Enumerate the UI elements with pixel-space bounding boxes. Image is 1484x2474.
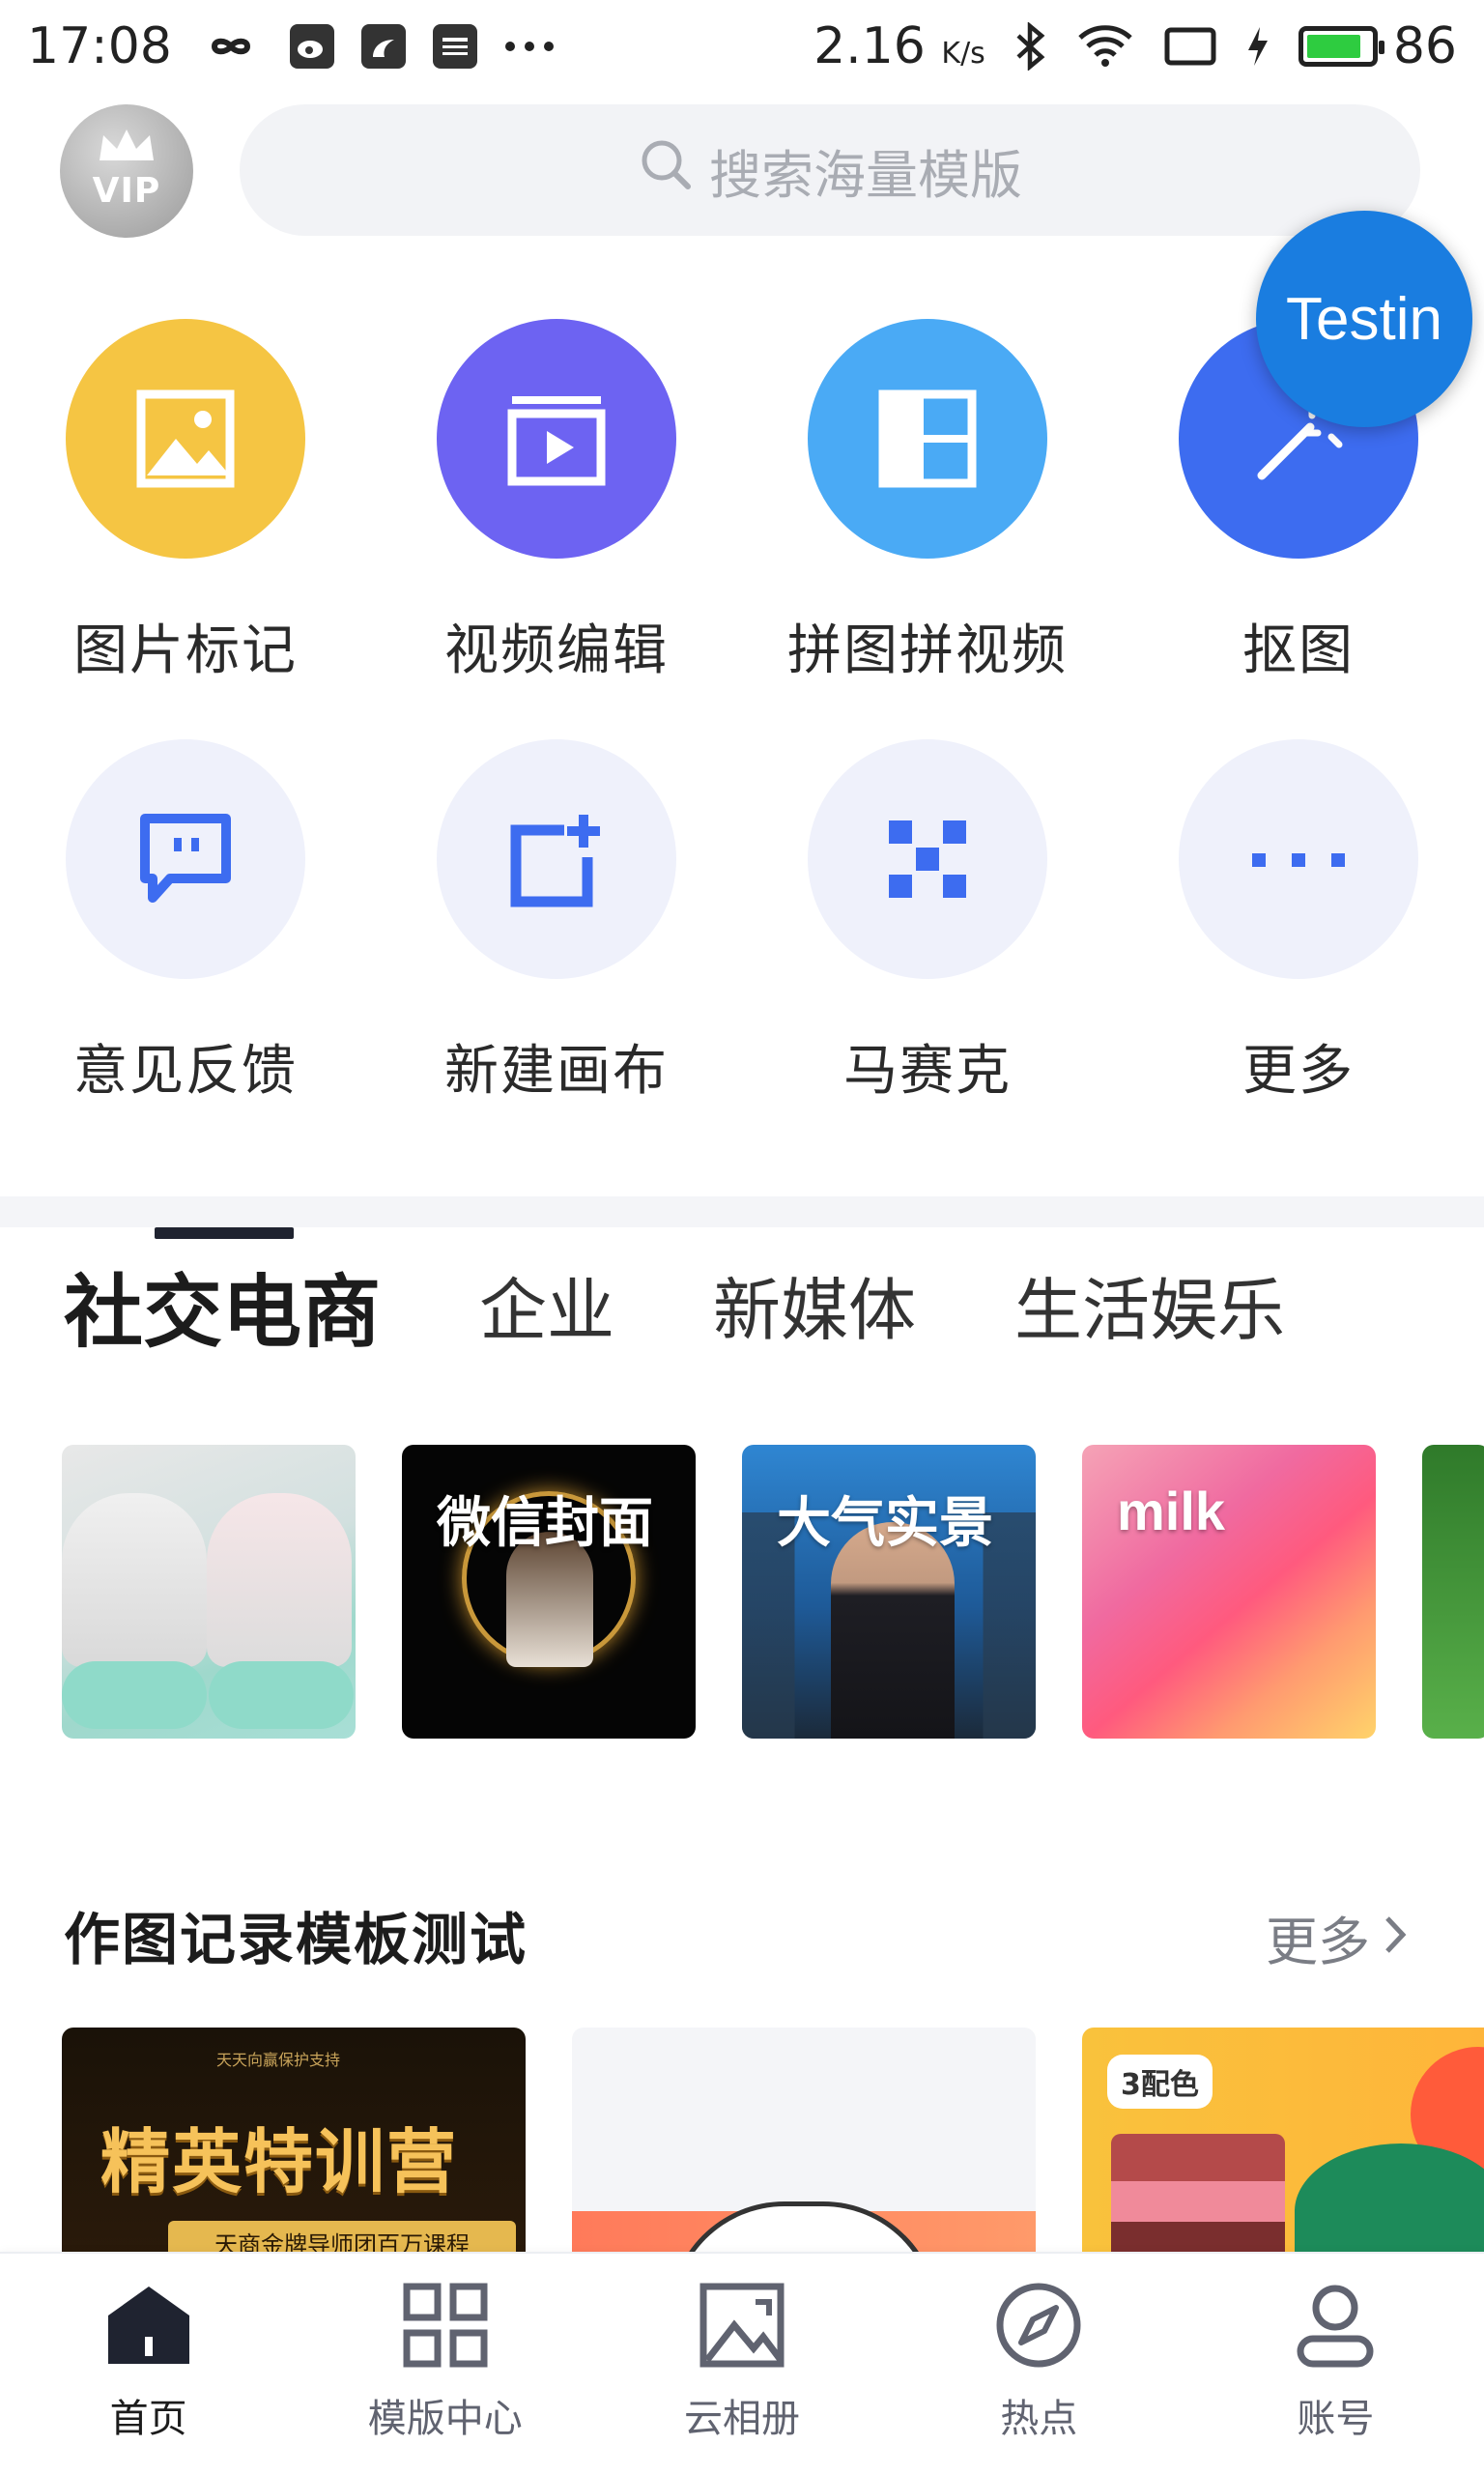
chevron-right-icon <box>1384 1907 1407 1968</box>
tab-social-commerce[interactable]: 社交电商 <box>64 1248 381 1363</box>
template-thumb[interactable]: 大气实景 <box>742 1445 1036 1739</box>
tab-new-media[interactable]: 新媒体 <box>713 1256 916 1354</box>
crown-icon <box>96 128 157 172</box>
search-icon <box>638 136 694 205</box>
template-carousel: 微信封面 大气实景 milk <box>62 1445 1484 1739</box>
bluetooth-icon <box>1014 21 1047 71</box>
search-placeholder: 搜索海量模版 <box>709 144 1022 206</box>
card-top-text: 天天向赢保护支持 <box>216 2051 341 2069</box>
tool-label: 更多 <box>1242 1040 1355 1103</box>
template-thumb[interactable] <box>62 1445 356 1739</box>
album-icon <box>698 2281 786 2373</box>
battery-level: 86 <box>1392 16 1457 75</box>
network-speed-unit: K/s <box>941 36 985 71</box>
testin-floating-button[interactable]: Testin <box>1256 211 1472 427</box>
record-card[interactable]: 天天向赢保护支持 精英特训营 天商金牌导师团百万课程 <box>62 2028 526 2259</box>
tool-label: 抠图 <box>1242 619 1355 682</box>
weibo-icon <box>289 23 334 69</box>
nav-label: 云相册 <box>684 2397 800 2441</box>
template-thumb[interactable] <box>1422 1445 1484 1739</box>
section-title: 作图记录模板测试 <box>64 1907 528 1972</box>
record-card[interactable] <box>572 2028 1036 2259</box>
compass-icon <box>994 2281 1083 2373</box>
cartoon-face-image <box>669 2201 939 2259</box>
collage-icon <box>808 319 1047 559</box>
screen-rotation-icon <box>1163 26 1217 67</box>
template-title: 微信封面 <box>437 1492 653 1555</box>
more-dots-icon <box>504 41 555 52</box>
battery-indicator: 86 <box>1298 17 1457 75</box>
tool-label: 马赛克 <box>843 1040 1012 1103</box>
tool-label: 新建画布 <box>444 1040 669 1103</box>
cap-image <box>62 1493 207 1667</box>
cap-image <box>207 1493 352 1667</box>
tool-label: 图片标记 <box>73 619 298 682</box>
more-label: 更多 <box>1266 1912 1370 1972</box>
mosaic-icon <box>808 739 1047 979</box>
color-count-badge: 3配色 <box>1107 2055 1213 2109</box>
vip-label: VIP <box>92 171 161 211</box>
nav-label: 账号 <box>1297 2397 1375 2441</box>
uc-browser-icon <box>360 23 406 69</box>
record-cards: 天天向赢保护支持 精英特训营 天商金牌导师团百万课程 3配色 <box>62 2028 1484 2259</box>
new-canvas-icon <box>437 739 676 979</box>
battery-tip <box>1378 40 1384 54</box>
nav-hot[interactable]: 热点 <box>891 2254 1187 2474</box>
tool-feedback[interactable]: 意见反馈 <box>0 739 371 1160</box>
cake-image <box>1111 2134 1285 2259</box>
home-icon <box>104 2281 193 2373</box>
nav-account[interactable]: 账号 <box>1187 2254 1484 2474</box>
tools-grid: 图片标记 视频编辑 拼图拼视频 抠图 意见反馈 新建画布 马赛克 更多 <box>0 319 1484 1160</box>
wifi-icon <box>1076 22 1134 71</box>
nav-cloud-album[interactable]: 云相册 <box>593 2254 890 2474</box>
nav-home[interactable]: 首页 <box>0 2254 297 2474</box>
tab-lifestyle[interactable]: 生活娱乐 <box>1014 1256 1285 1354</box>
infinity-icon <box>199 29 263 64</box>
cap-brim <box>209 1661 354 1729</box>
category-tabs: 社交电商 企业 新媒体 生活娱乐 <box>64 1227 1384 1382</box>
template-title: milk <box>1117 1481 1226 1541</box>
video-edit-icon <box>437 319 676 559</box>
section-divider <box>0 1196 1484 1227</box>
charging-icon <box>1246 25 1270 68</box>
record-card[interactable]: 3配色 <box>1082 2028 1484 2259</box>
news-icon <box>432 23 477 69</box>
status-bar: 17:08 2.16 K/s 86 <box>0 0 1484 92</box>
grid-icon <box>401 2281 490 2373</box>
tool-video-edit[interactable]: 视频编辑 <box>371 319 742 739</box>
status-time: 17:08 <box>27 16 172 75</box>
nav-template-center[interactable]: 模版中心 <box>297 2254 593 2474</box>
search-bar[interactable]: 搜索海量模版 <box>240 104 1420 236</box>
vip-badge-button[interactable]: VIP <box>60 104 193 238</box>
leaf-image <box>1295 2143 1484 2259</box>
more-link[interactable]: 更多 <box>1266 1899 1407 1975</box>
tool-label: 意见反馈 <box>73 1040 298 1103</box>
image-mark-icon <box>66 319 305 559</box>
tool-label: 视频编辑 <box>444 619 669 682</box>
tool-more[interactable]: 更多 <box>1113 739 1484 1160</box>
user-icon <box>1291 2281 1380 2373</box>
tool-image-mark[interactable]: 图片标记 <box>0 319 371 739</box>
network-speed-value: 2.16 <box>813 16 926 75</box>
card-title: 精英特训营 <box>100 2121 459 2202</box>
template-title: 大气实景 <box>777 1492 993 1555</box>
nav-label: 模版中心 <box>367 2397 523 2441</box>
feedback-icon <box>66 739 305 979</box>
nav-label: 热点 <box>1000 2397 1078 2441</box>
bottom-navigation: 首页 模版中心 云相册 热点 账号 <box>0 2252 1484 2474</box>
cap-brim <box>62 1661 207 1729</box>
tool-collage[interactable]: 拼图拼视频 <box>742 319 1113 739</box>
nav-label: 首页 <box>109 2397 187 2441</box>
battery-icon <box>1298 25 1384 67</box>
template-thumb[interactable]: 微信封面 <box>402 1445 696 1739</box>
tool-mosaic[interactable]: 马赛克 <box>742 739 1113 1160</box>
network-speed: 2.16 K/s <box>813 17 985 75</box>
more-icon <box>1179 739 1418 979</box>
tool-label: 拼图拼视频 <box>787 619 1068 682</box>
battery-fill <box>1306 34 1360 58</box>
tab-enterprise[interactable]: 企业 <box>479 1256 614 1354</box>
tool-new-canvas[interactable]: 新建画布 <box>371 739 742 1160</box>
template-thumb[interactable]: milk <box>1082 1445 1376 1739</box>
